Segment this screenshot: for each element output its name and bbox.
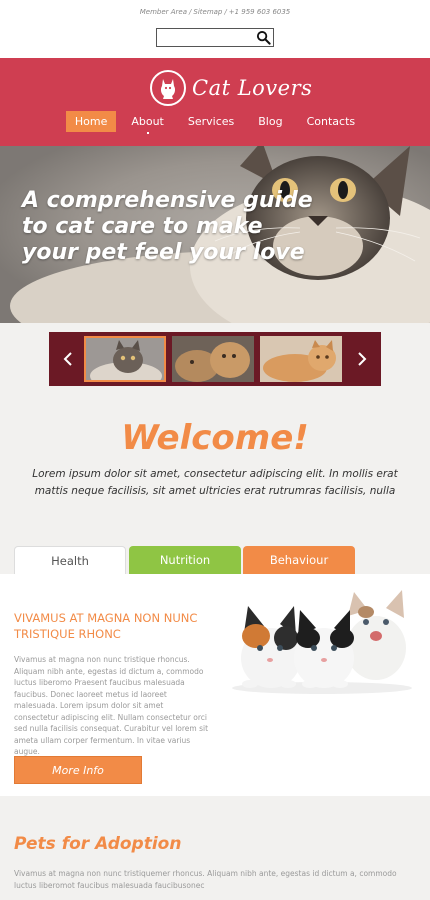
thumbnail-2[interactable] [172,336,254,382]
top-bar: Member Area / Sitemap / +1 959 603 6035 [0,0,430,58]
nav-about[interactable]: About [122,111,173,134]
site-logo[interactable]: Cat Lovers [150,69,312,107]
thumbnail-1[interactable] [84,336,166,382]
more-info-button[interactable]: More Info [14,756,142,784]
hero-line-2: to cat care to make [22,214,263,239]
panel-text: Vivamus at magna non nunc tristique rhon… [14,655,209,756]
sitemap-link[interactable]: Sitemap [192,8,223,16]
nav-about-label: About [131,115,164,128]
nav-services[interactable]: Services [179,111,243,132]
hero-line-3: your pet feel your love [22,240,305,265]
tab-panel: VIVAMUS AT MAGNA NON NUNC TRISTIQUE RHON… [0,574,430,796]
welcome-title: Welcome! [121,418,309,458]
hero-line-1: A comprehensive guide [22,188,313,213]
tab-health[interactable]: Health [14,546,126,575]
kittens-image [232,590,412,694]
hero-banner: A comprehensive guide to cat care to mak… [0,146,430,323]
main-nav: Home About Services Blog Contacts [0,111,430,134]
search-icon[interactable] [256,30,271,45]
panel-title: VIVAMUS AT MAGNA NON NUNC TRISTIQUE RHON… [14,611,198,641]
adoption-text: Vivamus at magna non nunc tristiquemer r… [14,869,397,890]
tab-nutrition[interactable]: Nutrition [129,546,241,574]
nav-contacts[interactable]: Contacts [298,111,365,132]
cat-logo-icon [150,70,186,106]
info-tabs: Health Nutrition Behaviour [14,546,416,575]
top-links: Member Area / Sitemap / +1 959 603 6035 [0,8,430,16]
tab-behaviour[interactable]: Behaviour [243,546,355,574]
hero-headline: A comprehensive guide to cat care to mak… [22,188,313,266]
site-header: Cat Lovers Home About Services Blog Cont… [0,58,430,146]
member-area-link[interactable]: Member Area [139,8,188,16]
chevron-right-icon[interactable] [355,349,369,369]
search-input[interactable] [157,33,253,51]
chevron-left-icon[interactable] [61,349,75,369]
nav-blog[interactable]: Blog [249,111,291,132]
thumbnail-carousel [49,332,381,386]
adoption-title: Pets for Adoption [14,834,182,854]
phone-number: +1 959 603 6035 [228,8,291,16]
brand-name: Cat Lovers [192,76,313,100]
search-box [156,28,274,51]
thumbnail-3[interactable] [260,336,342,382]
nav-home[interactable]: Home [65,111,117,132]
welcome-text: Lorem ipsum dolor sit amet, consectetur … [32,468,398,497]
submenu-indicator-icon [146,132,149,134]
